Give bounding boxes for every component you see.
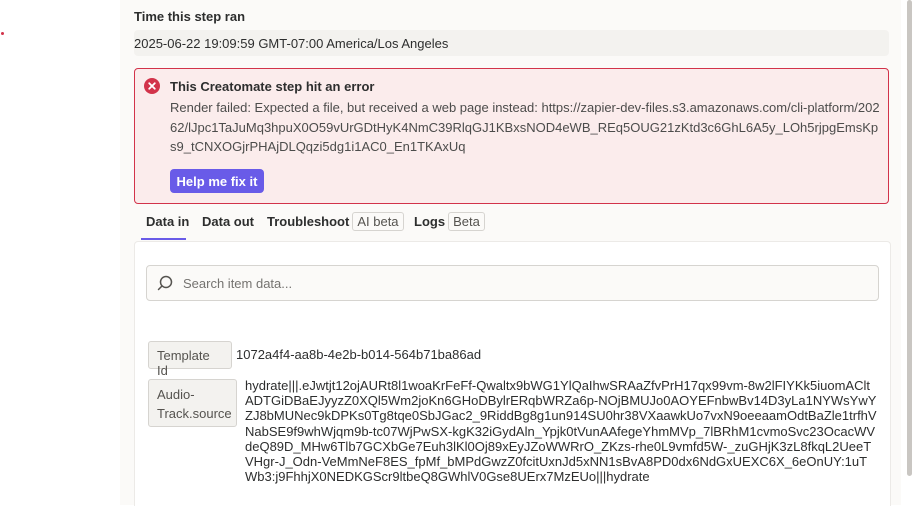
beta-badge: Beta (448, 212, 485, 231)
red-dot-marker (1, 32, 4, 35)
tab-logs-label: Logs (414, 214, 446, 229)
tab-data-in-label: Data in (146, 214, 190, 229)
field-key-audio-track-source: Audio-Track.source (148, 379, 237, 427)
time-value-box: 2025-06-22 19:09:59 GMT-07:00 America/Lo… (134, 30, 889, 56)
tab-data-out[interactable]: Data out (202, 214, 254, 229)
tab-logs[interactable]: Logs Beta (414, 212, 485, 231)
help-me-fix-it-button[interactable]: Help me fix it (170, 169, 264, 193)
search-input[interactable] (183, 266, 863, 300)
tab-troubleshoot-label: Troubleshoot (267, 214, 350, 229)
step-details-panel: Time this step ran 2025-06-22 19:09:59 G… (120, 0, 901, 506)
error-message: Render failed: Expected a file, but rece… (170, 100, 880, 154)
error-title: This Creatomate step hit an error (170, 79, 375, 94)
search-icon (157, 275, 173, 291)
tab-data-in[interactable]: Data in (146, 214, 189, 229)
tab-data-out-label: Data out (202, 214, 254, 229)
ai-beta-badge: AI beta (352, 212, 404, 231)
error-circle-icon (144, 78, 160, 94)
scrollbar[interactable] (907, 0, 912, 476)
time-label: Time this step ran (134, 9, 246, 24)
field-value-template-id: 1072a4f4-aa8b-4e2b-b014-564b71ba86ad (236, 347, 482, 362)
time-value: 2025-06-22 19:09:59 GMT-07:00 America/Lo… (134, 36, 449, 51)
field-key-template-id: Template Id (148, 341, 232, 378)
tab-troubleshoot[interactable]: Troubleshoot AI beta (267, 212, 404, 231)
left-panel (0, 0, 120, 505)
error-alert: This Creatomate step hit an error Render… (134, 68, 889, 204)
data-in-panel: Template Id 1072a4f4-aa8b-4e2b-b014-564b… (134, 241, 891, 506)
field-value-audio-track-source: hydrate|||.eJwtjt12ojAURt8l1woaKrFeFf-Qw… (245, 378, 877, 485)
data-tabs: Data in Data out Troubleshoot AI beta Log… (134, 209, 889, 241)
active-tab-indicator (141, 238, 186, 240)
search-box (146, 265, 879, 301)
